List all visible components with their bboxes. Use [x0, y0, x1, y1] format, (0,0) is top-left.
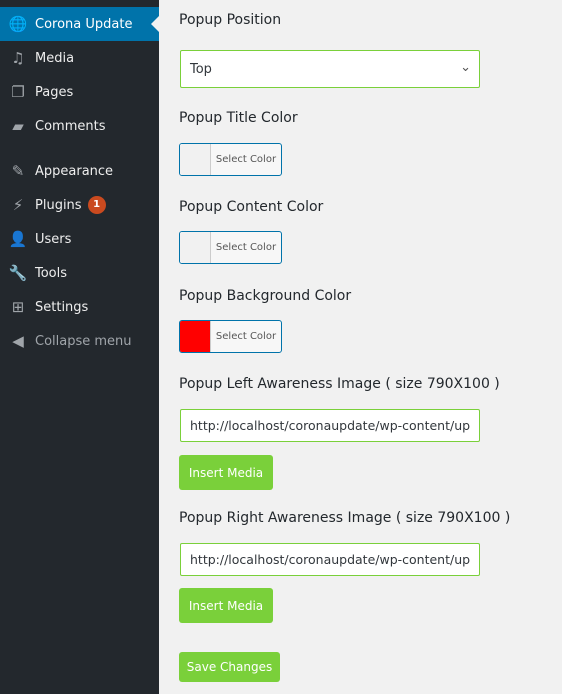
sidebar-item-label: Tools: [35, 265, 68, 281]
sidebar-item-label: Comments: [35, 118, 106, 134]
color-swatch: [180, 321, 211, 352]
update-count-badge: 1: [87, 196, 106, 214]
left-image-url-input[interactable]: http://localhost/coronaupdate/wp-content…: [180, 409, 480, 442]
sidebar-item-appearance[interactable]: ✎ Appearance: [0, 154, 159, 188]
sidebar-item-label: Plugins: [35, 197, 82, 213]
popup-title-color-label: Popup Title Color: [179, 110, 298, 126]
sidebar-item-label: Media: [35, 50, 75, 66]
background-color-picker[interactable]: Select Color: [179, 320, 282, 353]
admin-sidebar: 🌐 Corona Update ♫ Media ❐ Pages ▰ Comments ✎…: [0, 0, 159, 694]
color-swatch: [180, 144, 211, 175]
insert-media-right-button[interactable]: Insert Media: [179, 588, 273, 623]
content-color-picker[interactable]: Select Color: [179, 231, 282, 264]
popup-background-color-label: Popup Background Color: [179, 288, 352, 304]
sidebar-item-comments[interactable]: ▰ Comments: [0, 109, 159, 143]
collapse-menu-button[interactable]: ◀ Collapse menu: [0, 324, 159, 358]
sidebar-item-label: Corona Update: [35, 16, 133, 32]
left-image-label: Popup Left Awareness Image ( size 790X10…: [179, 376, 500, 392]
sidebar-item-label: Settings: [35, 299, 89, 315]
right-image-url-input[interactable]: http://localhost/coronaupdate/wp-content…: [180, 543, 480, 576]
sidebar-item-media[interactable]: ♫ Media: [0, 41, 159, 75]
save-changes-button[interactable]: Save Changes: [179, 652, 280, 682]
title-color-picker[interactable]: Select Color: [179, 143, 282, 176]
sidebar-item-label: Collapse menu: [35, 333, 132, 349]
popup-position-label: Popup Position: [179, 12, 282, 28]
sidebar-item-label: Pages: [35, 84, 74, 100]
settings-icon: ⊞: [11, 298, 25, 316]
plugin-icon: ⚡: [12, 196, 24, 214]
sidebar-item-tools[interactable]: 🔧 Tools: [0, 256, 159, 290]
paintbrush-icon: ✎: [11, 162, 25, 180]
selected-value: Top: [190, 61, 212, 77]
globe-icon: 🌐: [8, 15, 28, 33]
sidebar-item-pages[interactable]: ❐ Pages: [0, 75, 159, 109]
sidebar-item-label: Appearance: [35, 163, 114, 179]
sidebar-item-corona-update[interactable]: 🌐 Corona Update: [0, 7, 159, 41]
sidebar-item-settings[interactable]: ⊞ Settings: [0, 290, 159, 324]
color-swatch: [180, 232, 211, 263]
media-icon: ♫: [11, 49, 25, 67]
sidebar-item-users[interactable]: 👤 Users: [0, 222, 159, 256]
comment-icon: ▰: [12, 117, 24, 135]
select-color-text: Select Color: [215, 154, 277, 165]
wrench-icon: 🔧: [8, 264, 28, 282]
select-color-text: Select Color: [215, 242, 277, 253]
user-icon: 👤: [8, 230, 28, 248]
sidebar-item-label: Users: [35, 231, 72, 247]
sidebar-item-plugins[interactable]: ⚡ Plugins 1: [0, 188, 159, 222]
collapse-icon: ◀: [12, 332, 24, 350]
popup-content-color-label: Popup Content Color: [179, 199, 324, 215]
pages-icon: ❐: [11, 83, 25, 101]
insert-media-left-button[interactable]: Insert Media: [179, 455, 273, 490]
right-image-label: Popup Right Awareness Image ( size 790X1…: [179, 510, 511, 526]
chevron-down-icon: ⌄: [460, 60, 471, 75]
popup-position-select[interactable]: Top ⌄: [180, 50, 480, 88]
select-color-text: Select Color: [215, 331, 277, 342]
